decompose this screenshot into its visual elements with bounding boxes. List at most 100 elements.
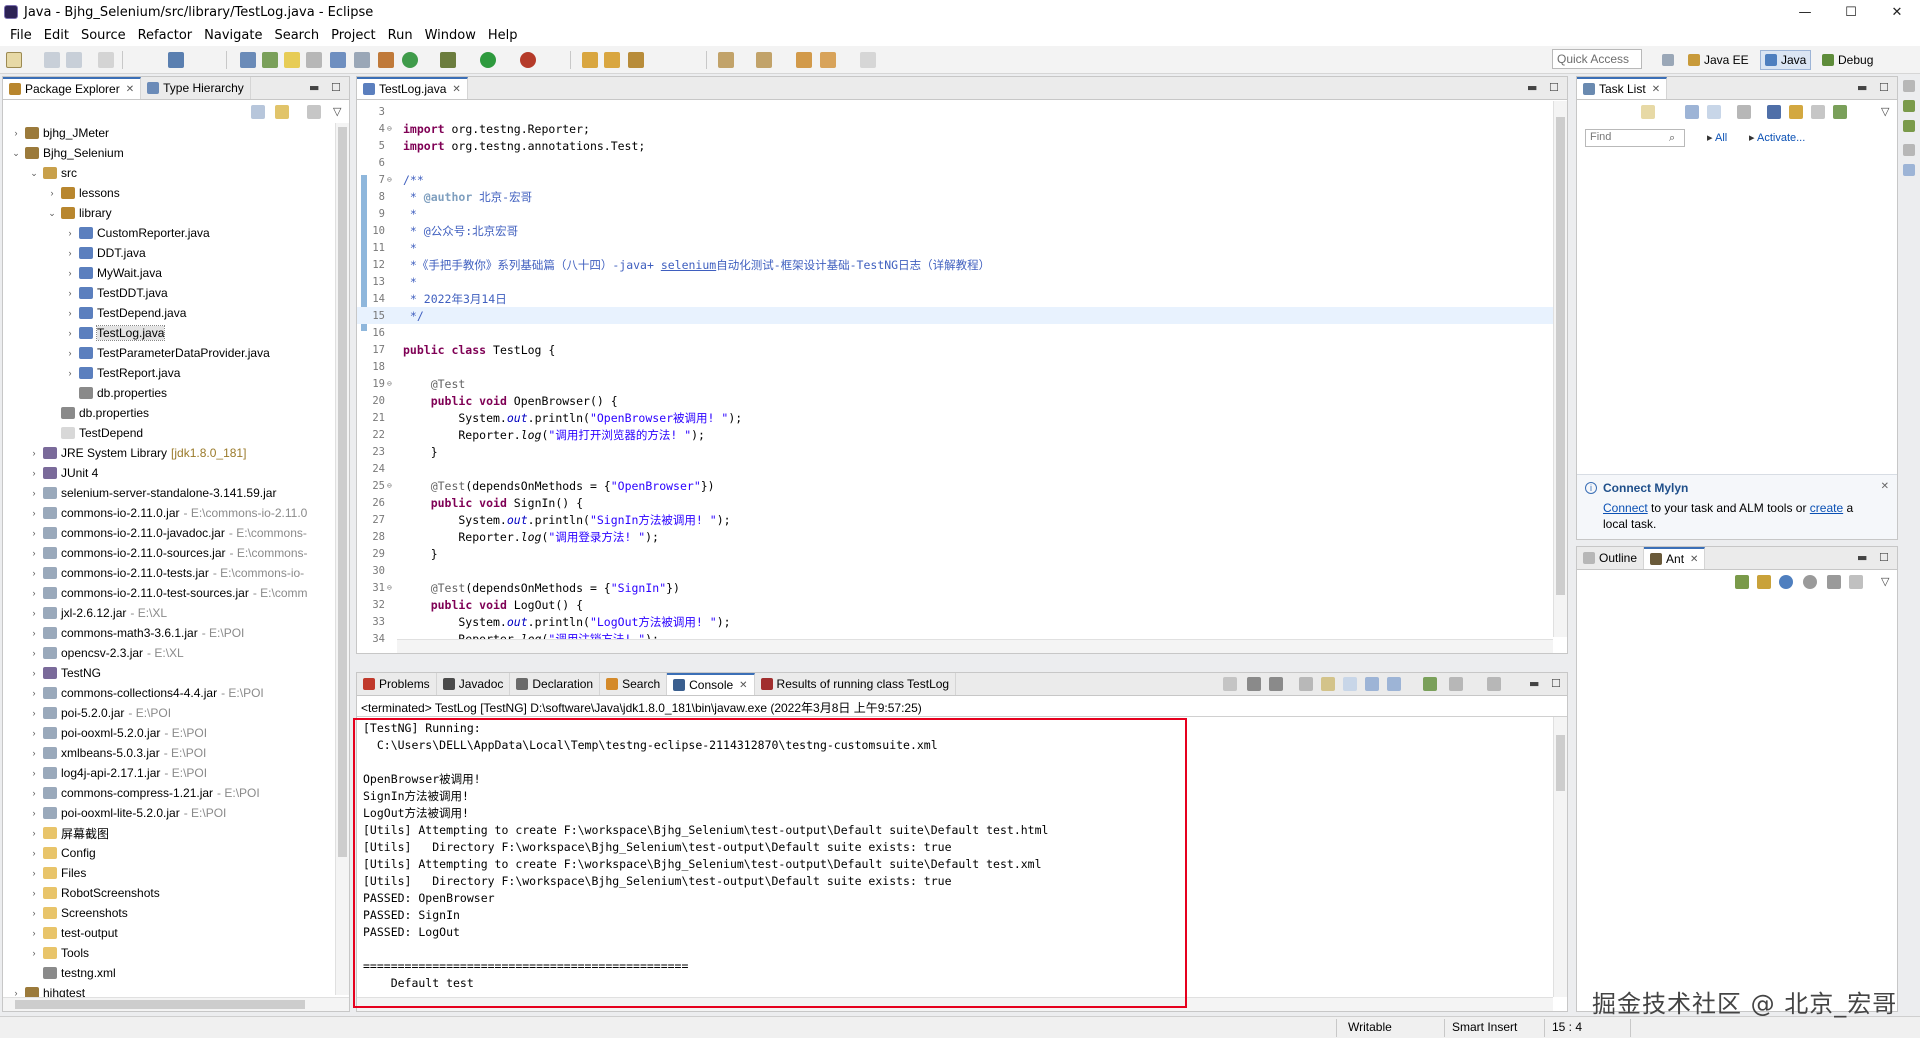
open-folder-icon[interactable] — [582, 52, 598, 68]
tab-javadoc[interactable]: Javadoc — [437, 673, 511, 695]
expanded-arrow-icon[interactable]: ⌄ — [11, 148, 21, 159]
tree-item[interactable]: › TestNG — [3, 663, 333, 683]
collapsed-arrow-icon[interactable]: › — [65, 248, 75, 258]
tree-item[interactable]: › poi-ooxml-lite-5.2.0.jar - E:\POI — [3, 803, 333, 823]
connect-link[interactable]: Connect — [1603, 501, 1648, 515]
collapsed-arrow-icon[interactable]: › — [65, 308, 75, 318]
code-line[interactable]: 6 — [357, 154, 1553, 171]
collapsed-arrow-icon[interactable]: › — [29, 488, 39, 498]
collapsed-arrow-icon[interactable]: › — [29, 728, 39, 738]
restore-icon[interactable] — [1903, 80, 1915, 92]
maximize-outline-icon[interactable]: ☐ — [1879, 551, 1889, 564]
close-console-icon[interactable]: ✕ — [739, 680, 747, 691]
tree-item[interactable]: › commons-io-2.11.0-test-sources.jar - E:\… — [3, 583, 333, 603]
tab-ant[interactable]: Ant ✕ — [1644, 547, 1706, 569]
scheduled-icon[interactable] — [1707, 105, 1721, 119]
tree-item[interactable]: › selenium-server-standalone-3.141.59.jar — [3, 483, 333, 503]
collapsed-arrow-icon[interactable]: › — [29, 848, 39, 858]
code-line[interactable]: 3 — [357, 103, 1553, 120]
categorized-icon[interactable] — [1685, 105, 1699, 119]
minimize-console-icon[interactable]: ▬ — [1529, 677, 1539, 690]
tree-item[interactable]: › jxl-2.6.12.jar - E:\XL — [3, 603, 333, 623]
open-perspective-button[interactable] — [1658, 50, 1682, 70]
tree-item[interactable]: › TestLog.java — [3, 323, 333, 343]
new-java-package-icon[interactable] — [378, 52, 394, 68]
fold-toggle-icon[interactable]: ⊖ — [387, 481, 397, 490]
tree-item[interactable]: › Screenshots — [3, 903, 333, 923]
tree-item[interactable]: › test-output — [3, 923, 333, 943]
maximize-task-list-icon[interactable]: ☐ — [1879, 81, 1889, 94]
toggle-mark-occurrences-icon[interactable] — [284, 52, 300, 68]
tree-item[interactable]: › commons-compress-1.21.jar - E:\POI — [3, 783, 333, 803]
clear-console-icon[interactable] — [1299, 677, 1313, 691]
ant-view-menu-icon[interactable]: ▽ — [1881, 575, 1889, 588]
collapsed-arrow-icon[interactable]: › — [29, 608, 39, 618]
tree-item[interactable]: › DDT.java — [3, 243, 333, 263]
collapsed-arrow-icon[interactable]: › — [65, 268, 75, 278]
code-line[interactable]: 26 public void SignIn() { — [357, 494, 1553, 511]
open-console-icon[interactable] — [1487, 677, 1501, 691]
collapsed-arrow-icon[interactable]: › — [29, 468, 39, 478]
tree-item[interactable]: › log4j-api-2.17.1.jar - E:\POI — [3, 763, 333, 783]
activate-task[interactable]: ▸ Activate... — [1749, 131, 1805, 144]
close-button[interactable]: ✕ — [1874, 0, 1920, 24]
back-icon[interactable] — [820, 52, 836, 68]
perspective-debug[interactable]: Debug — [1818, 50, 1877, 70]
minimize-button[interactable]: — — [1782, 0, 1828, 24]
collapsed-arrow-icon[interactable]: › — [65, 348, 75, 358]
activate-link[interactable]: Activate... — [1757, 132, 1805, 144]
code-line[interactable]: 23 } — [357, 443, 1553, 460]
tree-item[interactable]: db.properties — [3, 383, 333, 403]
collapsed-arrow-icon[interactable]: › — [29, 648, 39, 658]
tree-item[interactable]: › 屏幕截图 — [3, 823, 333, 843]
tab-task-list[interactable]: Task List ✕ — [1577, 77, 1668, 99]
collapsed-arrow-icon[interactable]: › — [29, 568, 39, 578]
collapsed-arrow-icon[interactable]: › — [29, 628, 39, 638]
tree-item[interactable]: › lessons — [3, 183, 333, 203]
menu-edit[interactable]: Edit — [38, 28, 75, 43]
hide-internal-targets-icon[interactable] — [1779, 575, 1793, 589]
tree-item[interactable]: › poi-ooxml-5.2.0.jar - E:\POI — [3, 723, 333, 743]
tree-item[interactable]: › TestDDT.java — [3, 283, 333, 303]
last-edit-location-icon[interactable] — [796, 52, 812, 68]
tree-item[interactable]: › RobotScreenshots — [3, 883, 333, 903]
open-type-icon[interactable] — [240, 52, 256, 68]
collapsed-arrow-icon[interactable]: › — [29, 748, 39, 758]
tree-item[interactable]: › commons-io-2.11.0-tests.jar - E:\commons… — [3, 563, 333, 583]
print-icon[interactable] — [98, 52, 114, 68]
fold-toggle-icon[interactable]: ⊖ — [387, 379, 397, 388]
maximize-editor-icon[interactable]: ☐ — [1549, 81, 1559, 94]
collapsed-arrow-icon[interactable]: › — [29, 548, 39, 558]
code-line[interactable]: 15 */ — [357, 307, 1553, 324]
editor-vscroll[interactable] — [1553, 101, 1567, 637]
fold-toggle-icon[interactable]: ⊖ — [387, 124, 397, 133]
close-editor-icon[interactable]: ✕ — [452, 84, 460, 95]
code-line[interactable]: 20 public void OpenBrowser() { — [357, 392, 1553, 409]
tree-item[interactable]: › MyWait.java — [3, 263, 333, 283]
tab-declaration[interactable]: Declaration — [510, 673, 601, 695]
tree-item[interactable]: TestDepend — [3, 423, 333, 443]
show-on-stderr-icon[interactable] — [1387, 677, 1401, 691]
terminal-icon[interactable] — [168, 52, 184, 68]
tree-item[interactable]: › Config — [3, 843, 333, 863]
git-repositories-icon[interactable] — [1903, 120, 1915, 132]
minimize-task-list-icon[interactable]: ▬ — [1857, 81, 1867, 94]
focus-workweek-icon[interactable] — [1767, 105, 1781, 119]
save-icon[interactable] — [44, 52, 60, 68]
tree-item[interactable]: ⌄ Bjhg_Selenium — [3, 143, 333, 163]
remove-icon[interactable] — [1827, 575, 1841, 589]
new-task-icon[interactable] — [1641, 105, 1655, 119]
all-working-sets[interactable]: ▸ All — [1707, 131, 1727, 144]
pin-console-icon[interactable] — [1423, 677, 1437, 691]
new-java-class-icon[interactable] — [402, 52, 418, 68]
code-line[interactable]: 18 — [357, 358, 1553, 375]
tab-console[interactable]: Console ✕ — [667, 673, 755, 695]
minimize-view-icon[interactable]: ▬ — [309, 81, 319, 94]
tab-testlog-java[interactable]: TestLog.java ✕ — [357, 77, 468, 99]
toggle-block-selection-icon[interactable] — [330, 52, 346, 68]
tree-item[interactable]: › poi-5.2.0.jar - E:\POI — [3, 703, 333, 723]
menu-file[interactable]: File — [4, 28, 38, 43]
external-tools-icon[interactable] — [520, 52, 536, 68]
menu-project[interactable]: Project — [325, 28, 381, 43]
collapsed-arrow-icon[interactable]: › — [29, 908, 39, 918]
